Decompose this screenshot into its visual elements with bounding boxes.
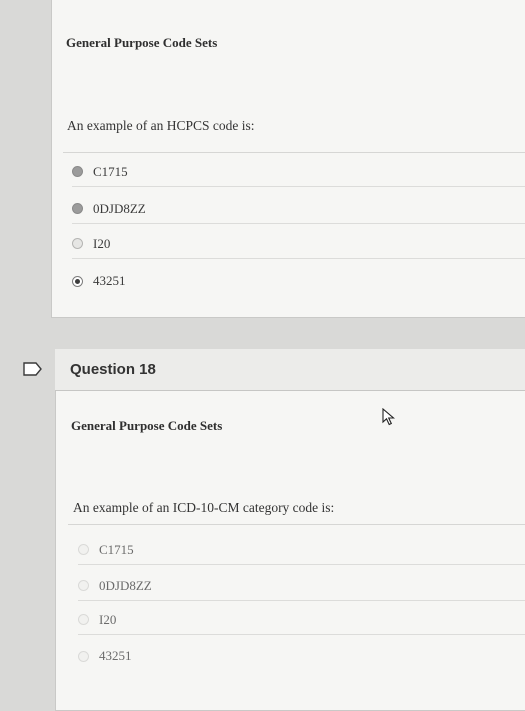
mouse-cursor-icon: [382, 408, 395, 426]
divider: [68, 524, 525, 525]
answer-label: 43251: [93, 273, 126, 288]
radio-button[interactable]: [78, 650, 89, 662]
answer-option-i20[interactable]: I20: [78, 605, 525, 635]
answer-option-c1715[interactable]: C1715: [78, 535, 525, 565]
answer-option-43251[interactable]: 43251: [78, 641, 525, 671]
answer-label: 43251: [99, 648, 132, 663]
question-prompt: An example of an HCPCS code is:: [67, 118, 255, 133]
radio-button[interactable]: [78, 614, 89, 625]
radio-button-selected[interactable]: [72, 275, 83, 287]
radio-button[interactable]: [72, 203, 83, 214]
radio-button[interactable]: [72, 238, 83, 249]
answer-option-c1715[interactable]: C1715: [72, 157, 525, 187]
answer-option-0djd8zz[interactable]: 0DJD8ZZ: [78, 571, 525, 601]
section-title: General Purpose Code Sets: [71, 418, 223, 433]
answer-label: 0DJD8ZZ: [99, 577, 152, 593]
answer-option-0djd8zz[interactable]: 0DJD8ZZ: [72, 194, 525, 224]
answer-option-43251[interactable]: 43251: [72, 266, 525, 296]
answer-option-i20[interactable]: I20: [72, 229, 525, 259]
answer-label: C1715: [99, 541, 134, 557]
question-number: Question 18: [70, 361, 156, 378]
divider: [63, 152, 525, 153]
flag-icon[interactable]: [23, 362, 43, 376]
section-title: General Purpose Code Sets: [66, 35, 218, 50]
answer-label: 0DJD8ZZ: [93, 200, 146, 216]
radio-button[interactable]: [78, 544, 89, 555]
radio-button[interactable]: [78, 580, 89, 591]
answer-label: I20: [93, 235, 111, 251]
radio-button[interactable]: [72, 166, 83, 177]
answer-label: I20: [99, 611, 117, 627]
answer-label: C1715: [93, 163, 128, 179]
question-prompt: An example of an ICD-10-CM category code…: [73, 500, 335, 515]
